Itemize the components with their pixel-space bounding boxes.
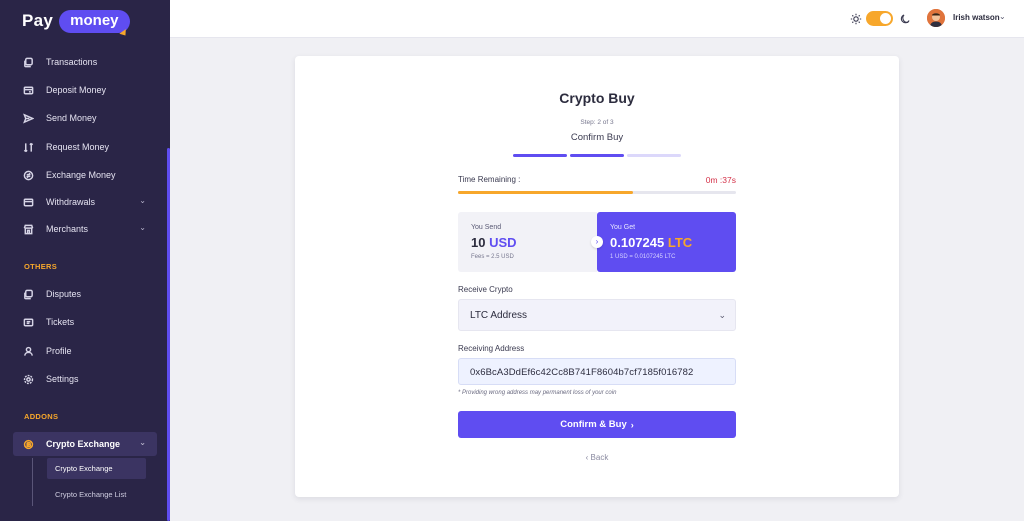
- profile-icon: [22, 345, 34, 357]
- merchants-icon: [22, 223, 34, 235]
- brand-logo[interactable]: Pay money: [22, 9, 130, 33]
- section-label-others: OTHERS: [24, 262, 58, 271]
- fees-note: Fees = 2.5 USD: [471, 254, 514, 260]
- you-send-amount: 10 USD: [471, 235, 517, 250]
- sidebar-item-label: Settings: [46, 374, 79, 384]
- sidebar-scrollbar[interactable]: [167, 148, 170, 521]
- sidebar-item-tickets[interactable]: Tickets: [22, 313, 152, 331]
- sidebar-item-label: Send Money: [46, 113, 97, 123]
- deposit-icon: [22, 84, 34, 96]
- get-amount-value: 0.107245: [610, 235, 665, 250]
- send-currency: USD: [489, 235, 517, 250]
- sidebar-item-label: Merchants: [46, 224, 89, 234]
- sidebar-item-profile[interactable]: Profile: [22, 342, 152, 360]
- receiving-address-field[interactable]: 0x6BcA3DdEf6c42Cc8B741F8604b7cf7185f0167…: [458, 358, 736, 385]
- sidebar-item-crypto-exchange[interactable]: Crypto Exchange ⌄: [22, 435, 152, 453]
- chevron-down-icon: ⌄: [139, 223, 146, 232]
- submenu-guide-line: [32, 458, 33, 506]
- sidebar: Pay money Transactions Deposit Money Sen…: [0, 0, 170, 521]
- step-progress-segment: [513, 154, 567, 157]
- you-get-panel: You Get 0.107245 LTC 1 USD = 0.0107245 L…: [597, 212, 736, 272]
- toggle-knob: [880, 13, 891, 24]
- you-send-panel: You Send 10 USD Fees = 2.5 USD: [458, 212, 597, 272]
- chevron-down-icon: ⌄: [139, 438, 146, 447]
- chevron-down-icon[interactable]: ⌄: [999, 12, 1006, 21]
- sidebar-item-label: Crypto Exchange: [46, 439, 121, 449]
- sidebar-item-send-money[interactable]: Send Money: [22, 109, 152, 127]
- sun-icon: [850, 13, 862, 25]
- send-amount-value: 10: [471, 235, 486, 250]
- sidebar-item-label: Withdrawals: [46, 197, 96, 207]
- step-progress-segment: [570, 154, 624, 157]
- sidebar-item-label: Tickets: [46, 317, 75, 327]
- chevron-down-icon: ⌄: [718, 310, 726, 320]
- sidebar-item-label: Profile: [46, 346, 72, 356]
- receive-crypto-select[interactable]: LTC Address ⌄: [458, 299, 736, 331]
- send-icon: [22, 112, 34, 124]
- submenu-item-crypto-exchange-list[interactable]: Crypto Exchange List: [55, 490, 126, 499]
- section-label-addons: ADDONS: [24, 412, 59, 421]
- crypto-buy-card: Crypto Buy Step: 2 of 3 Confirm Buy Time…: [295, 56, 899, 497]
- sidebar-item-transactions[interactable]: Transactions: [22, 53, 152, 71]
- sidebar-item-label: Request Money: [46, 142, 110, 152]
- sidebar-item-request-money[interactable]: Request Money: [22, 138, 152, 156]
- withdrawals-icon: [22, 196, 34, 208]
- crypto-exchange-icon: [22, 438, 34, 450]
- chevron-right-icon: ›: [591, 236, 603, 248]
- chevron-right-icon: ›: [630, 419, 634, 430]
- page-title: Crypto Buy: [559, 90, 635, 106]
- step-title: Confirm Buy: [570, 132, 624, 143]
- back-label: Back: [590, 453, 609, 462]
- confirm-buy-button[interactable]: Confirm & Buy ›: [458, 411, 736, 438]
- you-get-amount: 0.107245 LTC: [610, 235, 692, 250]
- settings-icon: [22, 373, 34, 385]
- chevron-down-icon: ⌄: [139, 196, 146, 205]
- time-remaining-fill: [458, 191, 634, 194]
- sidebar-item-exchange-money[interactable]: Exchange Money: [22, 166, 152, 184]
- theme-toggle[interactable]: [866, 11, 893, 26]
- time-remaining-label: Time Remaining :: [458, 175, 521, 184]
- tickets-icon: [22, 316, 34, 328]
- sidebar-item-label: Disputes: [46, 289, 82, 299]
- sidebar-item-merchants[interactable]: Merchants ⌄: [22, 220, 152, 238]
- top-bar: Irish watson ⌄: [170, 0, 1024, 38]
- transactions-icon: [22, 56, 34, 68]
- you-send-label: You Send: [471, 224, 502, 231]
- sidebar-item-withdrawals[interactable]: Withdrawals ⌄: [22, 193, 152, 211]
- sidebar-item-deposit-money[interactable]: Deposit Money: [22, 81, 152, 99]
- disputes-icon: [22, 288, 34, 300]
- confirm-buy-label: Confirm & Buy: [560, 419, 627, 430]
- sidebar-item-label: Transactions: [46, 57, 98, 67]
- avatar-image: [927, 9, 945, 27]
- step-indicator: Step: 2 of 3: [580, 119, 614, 126]
- avatar[interactable]: [927, 9, 945, 27]
- address-warning: * Providing wrong address may permanent …: [458, 390, 617, 396]
- request-icon: [22, 141, 34, 153]
- receiving-address-label: Receiving Address: [458, 344, 525, 353]
- get-currency: LTC: [667, 235, 693, 250]
- username[interactable]: Irish watson: [953, 13, 1000, 22]
- receiving-address-value: 0x6BcA3DdEf6c42Cc8B741F8604b7cf7185f0167…: [470, 367, 694, 378]
- back-link[interactable]: ‹ Back: [295, 453, 899, 462]
- brand-name-pay: Pay: [22, 11, 54, 30]
- receive-crypto-value: LTC Address: [470, 310, 528, 321]
- sidebar-item-label: Exchange Money: [46, 170, 116, 180]
- you-get-label: You Get: [610, 224, 636, 231]
- time-remaining-value: 0m :37s: [705, 175, 736, 185]
- sidebar-item-label: Deposit Money: [46, 85, 107, 95]
- sidebar-item-disputes[interactable]: Disputes: [22, 285, 152, 303]
- brand-name-money: money: [59, 9, 130, 33]
- time-remaining-bar: [458, 191, 736, 194]
- moon-icon: [900, 14, 910, 24]
- exchange-rate-note: 1 USD = 0.0107245 LTC: [610, 254, 676, 260]
- sidebar-item-settings[interactable]: Settings: [22, 370, 152, 388]
- submenu-item-crypto-exchange[interactable]: Crypto Exchange: [47, 458, 146, 479]
- chevron-left-icon: ‹: [585, 453, 589, 462]
- receive-crypto-label: Receive Crypto: [458, 285, 513, 294]
- exchange-icon: [22, 169, 34, 181]
- step-progress-segment: [627, 154, 681, 157]
